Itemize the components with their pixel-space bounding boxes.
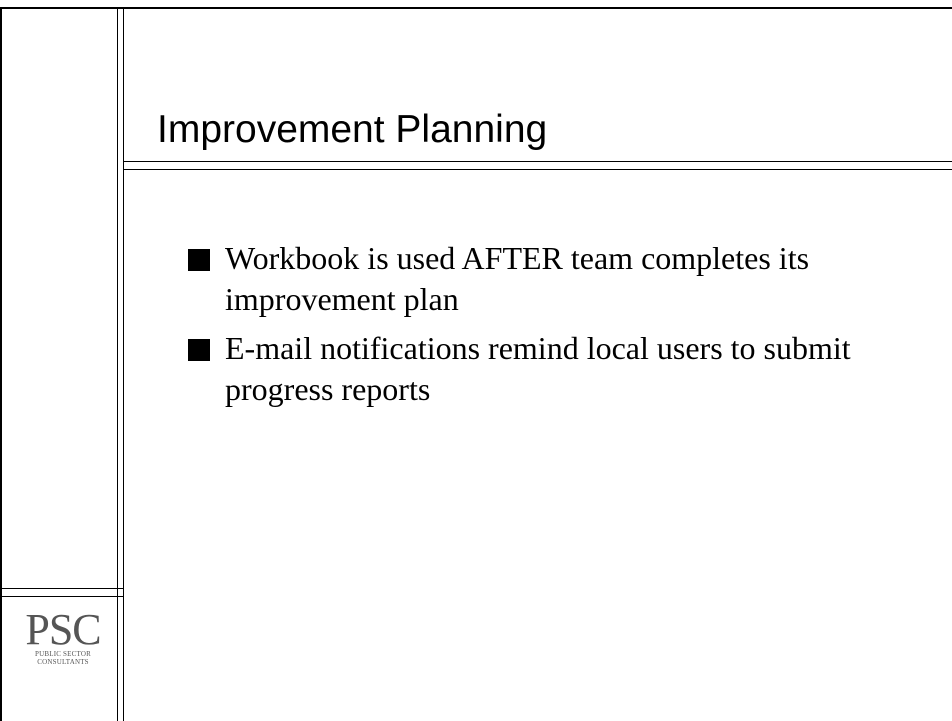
left-border: [0, 7, 2, 721]
square-bullet-icon: [188, 249, 210, 271]
title-rule-lower: [124, 169, 952, 170]
slide-title: Improvement Planning: [157, 108, 548, 151]
sidebar-divider-inner: [123, 9, 124, 721]
bullet-item: E-mail notifications remind local users …: [188, 328, 928, 410]
logo-rule-lower: [2, 596, 123, 597]
sidebar-divider: [117, 9, 118, 721]
logo-subtitle-line2: CONSULTANTS: [37, 658, 89, 666]
psc-logo: PSC PUBLIC SECTOR CONSULTANTS: [10, 605, 116, 680]
bullet-text: E-mail notifications remind local users …: [225, 330, 851, 407]
title-rule: [124, 161, 952, 162]
slide: Improvement Planning Workbook is used AF…: [0, 0, 952, 721]
bullet-item: Workbook is used AFTER team completes it…: [188, 238, 928, 320]
bullet-text: Workbook is used AFTER team completes it…: [225, 240, 810, 317]
square-bullet-icon: [188, 339, 210, 361]
top-border: [0, 7, 952, 9]
bullet-list: Workbook is used AFTER team completes it…: [188, 238, 928, 418]
logo-wordmark: PSC: [25, 605, 101, 654]
logo-rule: [2, 588, 123, 589]
